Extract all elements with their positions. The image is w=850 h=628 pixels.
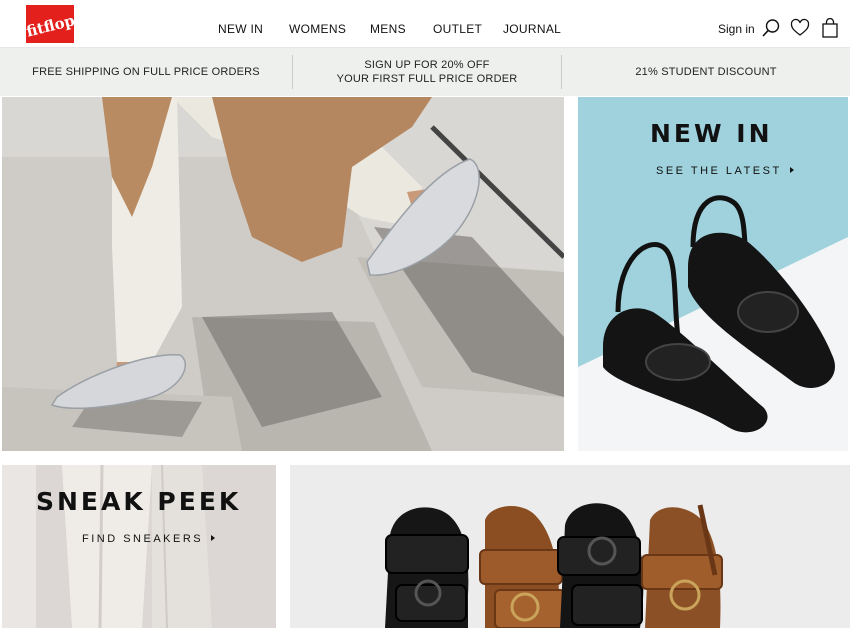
promo-bar: FREE SHIPPING ON FULL PRICE ORDERS SIGN … (0, 48, 850, 96)
sneak-peek-banner[interactable]: SNEAK PEEK FIND SNEAKERS (2, 465, 276, 628)
hero-banner[interactable] (2, 97, 564, 451)
site-header: fitflop NEW IN WOMENS MENS OUTLET JOURNA… (0, 0, 850, 48)
promo-student-discount[interactable]: 21% STUDENT DISCOUNT (562, 48, 850, 96)
nav-womens[interactable]: WOMENS (289, 22, 346, 36)
sandals-banner[interactable] (290, 465, 850, 628)
promo-free-shipping-label: FREE SHIPPING ON FULL PRICE ORDERS (32, 66, 260, 78)
sneak-peek-cta-label: FIND SNEAKERS (82, 533, 204, 545)
caret-right-icon (789, 167, 794, 173)
new-in-cta-label: SEE THE LATEST (656, 165, 782, 177)
sneak-peek-title: SNEAK PEEK (36, 487, 242, 516)
new-in-cta[interactable]: SEE THE LATEST (656, 165, 794, 177)
promo-signup[interactable]: SIGN UP FOR 20% OFF YOUR FIRST FULL PRIC… (293, 48, 561, 96)
nav-outlet[interactable]: OUTLET (433, 22, 482, 36)
sign-in-link[interactable]: Sign in (718, 22, 755, 36)
fitflop-logo[interactable]: fitflop (26, 5, 74, 43)
search-icon[interactable] (761, 18, 781, 38)
promo-free-shipping[interactable]: FREE SHIPPING ON FULL PRICE ORDERS (0, 48, 292, 96)
caret-right-icon (211, 535, 216, 541)
new-in-title: NEW IN (650, 119, 773, 148)
heart-icon[interactable] (790, 18, 810, 38)
new-in-banner[interactable]: NEW IN SEE THE LATEST (578, 97, 848, 451)
sandals-image (290, 465, 850, 628)
nav-journal[interactable]: JOURNAL (503, 22, 561, 36)
nav-new-in[interactable]: NEW IN (218, 22, 263, 36)
sneak-peek-cta[interactable]: FIND SNEAKERS (82, 533, 216, 545)
bag-icon[interactable] (820, 18, 840, 38)
promo-signup-line1: SIGN UP FOR 20% OFF (364, 59, 490, 71)
new-in-image (578, 97, 848, 451)
promo-student-discount-label: 21% STUDENT DISCOUNT (635, 66, 777, 78)
nav-mens[interactable]: MENS (370, 22, 406, 36)
promo-signup-line2: YOUR FIRST FULL PRICE ORDER (336, 73, 518, 85)
hero-image (2, 97, 564, 451)
